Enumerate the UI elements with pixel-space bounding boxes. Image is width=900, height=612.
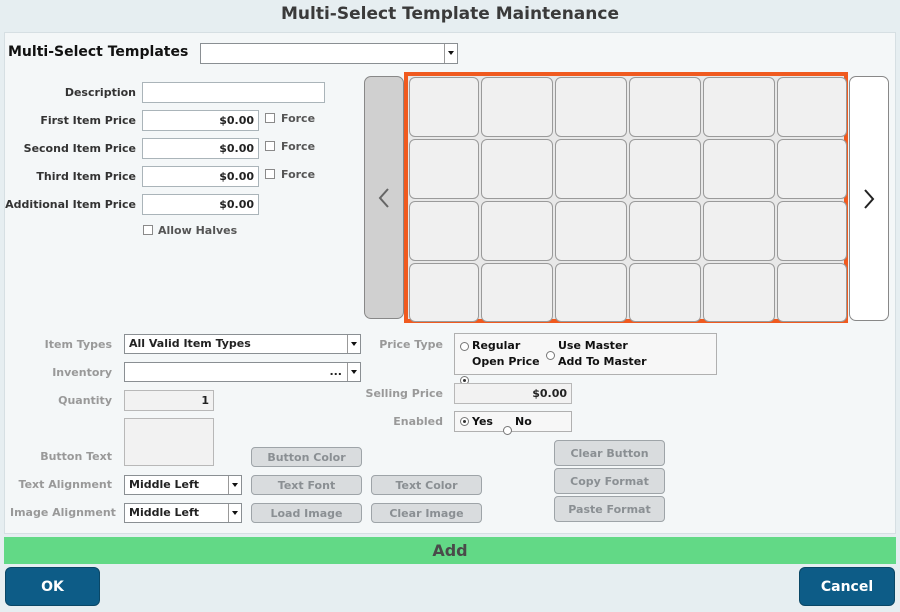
third-item-price-input[interactable]: $0.00: [142, 166, 259, 187]
grid-button-cell[interactable]: [481, 77, 553, 137]
clear-image-button[interactable]: Clear Image: [371, 503, 482, 523]
first-force-checkbox[interactable]: [265, 113, 275, 123]
third-force-checkbox[interactable]: [265, 169, 275, 179]
image-alignment-label: Image Alignment: [10, 506, 116, 519]
chevron-down-icon[interactable]: [228, 476, 241, 494]
paste-format-button[interactable]: Paste Format: [554, 496, 665, 522]
first-item-price-input[interactable]: $0.00: [142, 110, 259, 131]
third-force-label: Force: [281, 168, 316, 181]
chevron-down-icon[interactable]: [228, 504, 241, 522]
selling-price-label: Selling Price: [365, 387, 443, 400]
grid-button-cell[interactable]: [703, 263, 775, 322]
item-types-label: Item Types: [44, 338, 112, 351]
enabled-label: Enabled: [393, 415, 443, 428]
templates-select[interactable]: [200, 43, 458, 64]
second-item-price-label: Second Item Price: [23, 142, 136, 155]
window-title: Multi-Select Template Maintenance: [281, 4, 619, 24]
grid-button-cell[interactable]: [629, 201, 701, 261]
grid-button-cell[interactable]: [481, 139, 553, 199]
grid-button-cell[interactable]: [777, 139, 847, 199]
button-text-label: Button Text: [40, 450, 112, 463]
price-type-group: Regular Use Master Open Price Add To Mas…: [454, 333, 717, 394]
quantity-label: Quantity: [58, 394, 112, 407]
first-force-label: Force: [281, 112, 316, 125]
grid-button-cell[interactable]: [555, 201, 627, 261]
radio-open-price-label[interactable]: Open Price: [472, 355, 540, 368]
grid-button-cell[interactable]: [777, 263, 847, 322]
text-alignment-select[interactable]: Middle Left: [124, 475, 242, 495]
prev-page-button[interactable]: [364, 76, 404, 319]
grid-button-cell[interactable]: [777, 77, 847, 137]
button-grid: [404, 72, 848, 323]
grid-button-cell[interactable]: [481, 263, 553, 322]
second-force-checkbox[interactable]: [265, 141, 275, 151]
image-alignment-value: Middle Left: [129, 506, 200, 519]
allow-halves-label: Allow Halves: [158, 224, 238, 237]
next-page-button[interactable]: [849, 76, 889, 321]
first-item-price-label: First Item Price: [40, 114, 136, 127]
chevron-down-icon[interactable]: [347, 335, 360, 353]
radio-enabled-no[interactable]: [503, 426, 512, 435]
selling-price-input[interactable]: $0.00: [454, 383, 572, 404]
chevron-down-icon[interactable]: [444, 44, 457, 63]
grid-button-cell[interactable]: [629, 139, 701, 199]
radio-add-to-master-label[interactable]: Add To Master: [558, 355, 647, 368]
grid-button-cell[interactable]: [629, 263, 701, 322]
image-alignment-select[interactable]: Middle Left: [124, 503, 242, 523]
allow-halves-checkbox[interactable]: [143, 225, 153, 235]
additional-item-price-input[interactable]: $0.00: [142, 194, 259, 215]
grid-button-cell[interactable]: [409, 77, 479, 137]
text-font-button[interactable]: Text Font: [251, 475, 362, 495]
second-item-price-input[interactable]: $0.00: [142, 138, 259, 159]
cancel-button[interactable]: Cancel: [799, 567, 895, 606]
grid-button-cell[interactable]: [555, 263, 627, 322]
additional-item-price-label: Additional Item Price: [5, 198, 136, 211]
item-types-select[interactable]: All Valid Item Types: [124, 334, 361, 354]
inventory-label: Inventory: [52, 366, 112, 379]
text-alignment-value: Middle Left: [129, 478, 200, 491]
text-color-button[interactable]: Text Color: [371, 475, 482, 495]
description-input[interactable]: [142, 82, 325, 103]
button-color-button[interactable]: Button Color: [251, 447, 362, 467]
second-force-label: Force: [281, 140, 316, 153]
radio-enabled-yes-label[interactable]: Yes: [472, 415, 493, 428]
text-alignment-label: Text Alignment: [18, 478, 112, 491]
grid-button-cell[interactable]: [409, 201, 479, 261]
templates-label: Multi-Select Templates: [8, 44, 189, 60]
grid-button-cell[interactable]: [409, 263, 479, 322]
grid-button-cell[interactable]: [555, 139, 627, 199]
radio-use-master-label[interactable]: Use Master: [558, 339, 628, 352]
quantity-input[interactable]: 1: [124, 390, 214, 411]
inventory-ellipsis[interactable]: ...: [329, 365, 342, 378]
price-type-label: Price Type: [379, 338, 443, 351]
grid-button-cell[interactable]: [629, 77, 701, 137]
grid-button-cell[interactable]: [409, 139, 479, 199]
grid-button-cell[interactable]: [777, 201, 847, 261]
add-button[interactable]: Add: [4, 537, 896, 564]
grid-button-cell[interactable]: [555, 77, 627, 137]
load-image-button[interactable]: Load Image: [251, 503, 362, 523]
copy-format-button[interactable]: Copy Format: [554, 468, 665, 494]
chevron-right-icon: [864, 188, 875, 209]
inventory-select[interactable]: ...: [124, 362, 361, 382]
ok-button[interactable]: OK: [5, 567, 100, 606]
grid-button-cell[interactable]: [481, 201, 553, 261]
enabled-group: Yes No: [454, 411, 572, 435]
chevron-left-icon: [378, 187, 389, 208]
radio-use-master[interactable]: [546, 351, 555, 360]
grid-button-cell[interactable]: [703, 201, 775, 261]
radio-regular-label[interactable]: Regular: [472, 339, 520, 352]
radio-regular[interactable]: [460, 342, 469, 351]
item-types-value: All Valid Item Types: [129, 337, 251, 350]
grid-button-cell[interactable]: [703, 139, 775, 199]
chevron-down-icon[interactable]: [347, 363, 360, 381]
grid-button-cell[interactable]: [703, 77, 775, 137]
radio-enabled-no-label[interactable]: No: [515, 415, 532, 428]
description-label: Description: [64, 86, 136, 99]
third-item-price-label: Third Item Price: [36, 170, 136, 183]
clear-button-button[interactable]: Clear Button: [554, 440, 665, 466]
radio-enabled-yes[interactable]: [460, 417, 469, 426]
button-text-input[interactable]: [124, 418, 214, 466]
